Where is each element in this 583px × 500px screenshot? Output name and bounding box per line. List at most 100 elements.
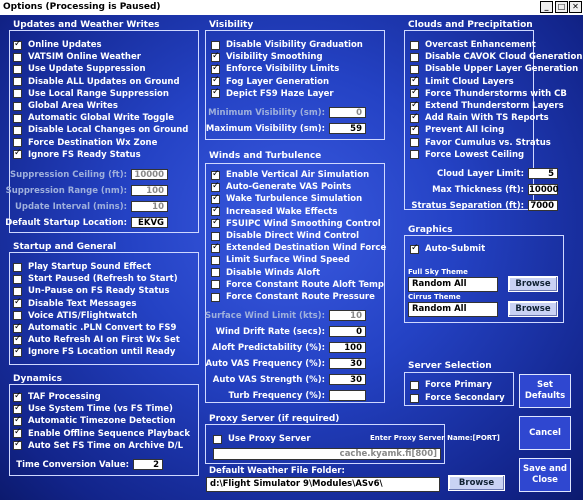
- checkbox[interactable]: [211, 51, 220, 62]
- value-field-input[interactable]: 7000: [528, 200, 558, 211]
- checkbox[interactable]: [211, 205, 220, 217]
- value-field-input[interactable]: 0: [329, 107, 366, 118]
- use-proxy-checkbox[interactable]: [213, 434, 222, 444]
- checkbox[interactable]: [13, 403, 22, 414]
- checkbox-row[interactable]: Use Local Range Suppression: [13, 88, 169, 100]
- checkbox[interactable]: [13, 101, 22, 111]
- checkbox[interactable]: [211, 87, 220, 99]
- checkbox-row[interactable]: Force Secondary: [410, 392, 505, 404]
- value-field-input[interactable]: 0: [329, 326, 366, 337]
- checkbox[interactable]: [211, 231, 220, 241]
- checkbox-row[interactable]: TAF Processing: [13, 391, 101, 403]
- checkbox[interactable]: [13, 415, 22, 426]
- checkbox-row[interactable]: Enforce Visibility Limits: [211, 63, 339, 75]
- checkbox-row[interactable]: Auto-Generate VAS Points: [211, 181, 351, 193]
- value-field-input[interactable]: 10: [131, 201, 168, 212]
- checkbox-row[interactable]: Global Area Writes: [13, 100, 118, 112]
- checkbox[interactable]: [13, 39, 22, 50]
- checkbox-row[interactable]: Force Destination Wx Zone: [13, 137, 157, 149]
- checkbox[interactable]: [211, 169, 220, 180]
- checkbox-row[interactable]: Auto Set FS Time on Archive D/L: [13, 439, 183, 452]
- checkbox-row[interactable]: Online Updates: [13, 39, 102, 51]
- save-close-button[interactable]: Save and Close: [519, 458, 571, 492]
- checkbox-row[interactable]: Force Constant Route Aloft Temp: [211, 279, 384, 291]
- checkbox[interactable]: [211, 193, 220, 204]
- checkbox-row[interactable]: FSUIPC Wind Smoothing Control: [211, 217, 381, 230]
- checkbox[interactable]: [13, 125, 22, 135]
- checkbox-row[interactable]: Extend Thunderstorm Layers: [410, 100, 564, 112]
- checkbox[interactable]: [13, 286, 22, 296]
- checkbox[interactable]: [13, 89, 22, 99]
- full-sky-select[interactable]: Random All: [408, 277, 498, 292]
- close-icon[interactable]: ✕: [569, 1, 582, 13]
- checkbox-row[interactable]: Add Rain With TS Reports: [410, 112, 549, 124]
- checkbox[interactable]: [410, 52, 419, 62]
- folder-browse-button[interactable]: Browse: [448, 475, 505, 491]
- checkbox[interactable]: [410, 150, 419, 160]
- checkbox-row[interactable]: Force Lowest Ceiling: [410, 149, 524, 161]
- checkbox-row[interactable]: Overcast Enhancement: [410, 39, 536, 51]
- checkbox-row[interactable]: Disable Winds Aloft: [211, 267, 320, 279]
- value-field-input[interactable]: 10000: [131, 169, 168, 180]
- checkbox-row[interactable]: Disable Direct Wind Control: [211, 230, 359, 242]
- checkbox[interactable]: [13, 297, 22, 309]
- checkbox-row[interactable]: Fog Layer Generation: [211, 75, 329, 88]
- checkbox[interactable]: [211, 217, 220, 229]
- checkbox[interactable]: [410, 64, 419, 74]
- checkbox[interactable]: [13, 148, 22, 160]
- checkbox[interactable]: [13, 274, 22, 284]
- maximize-icon[interactable]: □: [555, 1, 568, 13]
- minimize-icon[interactable]: _: [540, 1, 553, 13]
- time-conversion-input[interactable]: 2: [133, 459, 163, 470]
- checkbox[interactable]: [211, 40, 220, 50]
- cancel-button[interactable]: Cancel: [519, 416, 571, 450]
- checkbox[interactable]: [13, 262, 22, 272]
- checkbox[interactable]: [410, 138, 419, 148]
- checkbox-row[interactable]: Un-Pause on FS Ready Status: [13, 285, 170, 297]
- checkbox-row[interactable]: Disable CAVOK Cloud Generation: [410, 51, 582, 63]
- checkbox-row[interactable]: Disable Upper Layer Generation: [410, 63, 578, 75]
- value-field-input[interactable]: 10000: [528, 184, 559, 195]
- set-defaults-button[interactable]: Set Defaults: [519, 374, 571, 408]
- checkbox[interactable]: [211, 255, 220, 265]
- checkbox[interactable]: [211, 292, 220, 302]
- checkbox[interactable]: [13, 311, 22, 321]
- checkbox[interactable]: [211, 63, 220, 74]
- checkbox[interactable]: [410, 112, 419, 123]
- auto-submit-checkbox[interactable]: [410, 243, 419, 254]
- checkbox[interactable]: [410, 75, 419, 87]
- checkbox[interactable]: [410, 100, 419, 111]
- checkbox[interactable]: [211, 75, 220, 87]
- checkbox[interactable]: [13, 113, 22, 123]
- checkbox-row[interactable]: Start Paused (Refresh to Start): [13, 273, 178, 285]
- cirrus-select[interactable]: Random All: [408, 302, 498, 317]
- checkbox[interactable]: [13, 138, 22, 148]
- checkbox[interactable]: [13, 427, 22, 439]
- checkbox[interactable]: [410, 124, 419, 135]
- checkbox[interactable]: [211, 242, 220, 253]
- checkbox-row[interactable]: Voice ATIS/Flightwatch: [13, 310, 137, 322]
- checkbox[interactable]: [410, 87, 419, 99]
- cirrus-browse-button[interactable]: Browse: [508, 301, 558, 317]
- checkbox-row[interactable]: Disable Visibility Graduation: [211, 39, 363, 51]
- full-sky-browse-button[interactable]: Browse: [508, 276, 558, 292]
- checkbox-row[interactable]: Limit Surface Wind Speed: [211, 254, 350, 266]
- auto-submit-row[interactable]: Auto-Submit: [410, 243, 485, 255]
- checkbox-row[interactable]: Visibility Smoothing: [211, 51, 323, 63]
- value-field-input[interactable]: 100: [329, 342, 366, 353]
- checkbox-row[interactable]: Use System Time (vs FS Time): [13, 403, 173, 415]
- value-field-input[interactable]: 5: [528, 168, 558, 179]
- checkbox-row[interactable]: Enable Offline Sequence Playback: [13, 427, 190, 440]
- checkbox-row[interactable]: Ignore FS Ready Status: [13, 148, 141, 161]
- value-field-input[interactable]: [329, 390, 366, 401]
- checkbox[interactable]: [13, 64, 22, 74]
- checkbox[interactable]: [13, 391, 22, 402]
- checkbox[interactable]: [13, 77, 22, 87]
- checkbox[interactable]: [211, 268, 220, 278]
- checkbox-row[interactable]: Use Update Suppression: [13, 63, 146, 75]
- value-field-input[interactable]: EKVG: [131, 217, 168, 228]
- checkbox[interactable]: [211, 181, 220, 192]
- checkbox[interactable]: [13, 334, 22, 345]
- checkbox[interactable]: [410, 40, 419, 50]
- checkbox-row[interactable]: Force Constant Route Pressure: [211, 291, 375, 303]
